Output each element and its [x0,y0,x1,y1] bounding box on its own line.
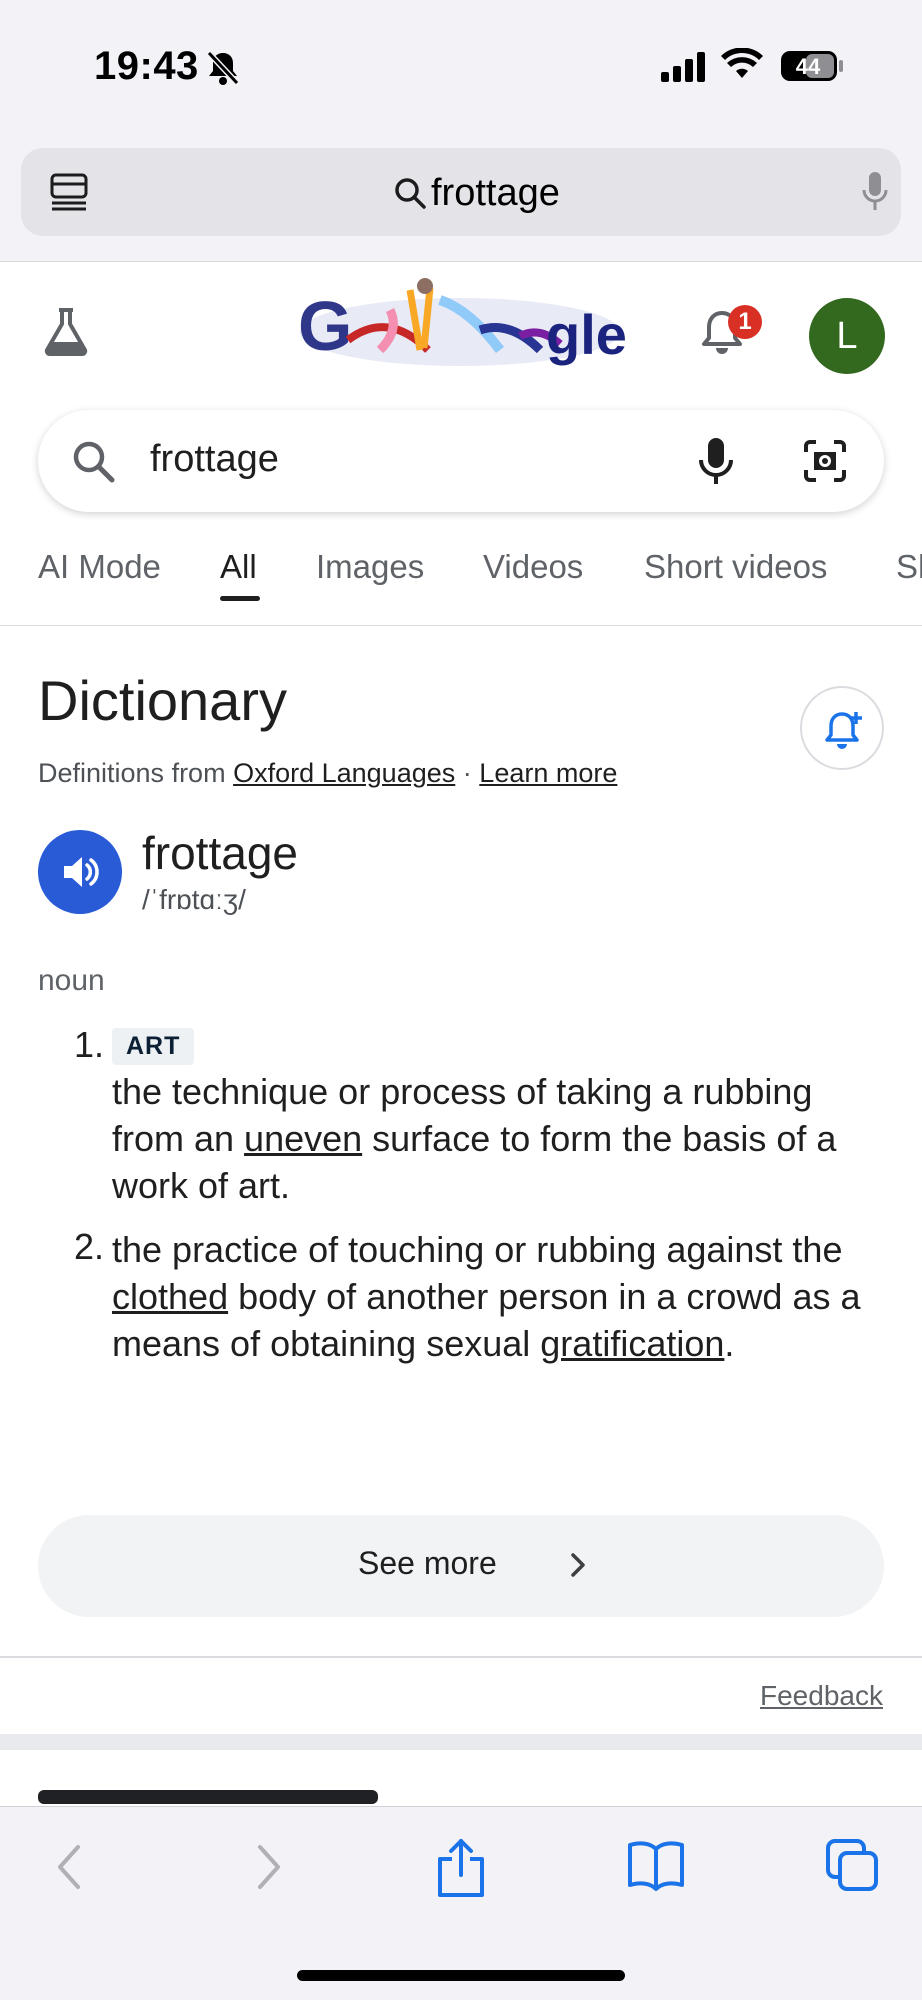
forward-arrow-icon[interactable] [248,1837,288,1902]
search-input[interactable]: frottage [150,438,279,481]
see-more-button[interactable]: See more [38,1515,884,1617]
search-icon [393,176,427,215]
tab-videos[interactable]: Videos [483,548,583,586]
battery-level: 44 [796,54,821,79]
tab-all[interactable]: All [220,548,257,586]
link-clothed[interactable]: clothed [112,1276,228,1317]
link-uneven[interactable]: uneven [244,1118,362,1159]
search-tabs: AI Mode All Images Videos Short videos S… [0,540,922,626]
browser-address-area: frottage [0,140,922,262]
source-separator: · [462,758,472,788]
search-box[interactable]: frottage [38,410,884,512]
feedback-link[interactable]: Feedback [760,1680,883,1712]
definition-source: Definitions from Oxford Languages · Lear… [38,758,617,789]
phonetic-spelling: /ˈfrɒtɑːʒ/ [142,884,246,915]
chevron-right-icon [571,1553,585,1577]
svg-text:G: G [298,287,352,365]
home-indicator[interactable] [297,1970,625,1981]
google-lens-camera-icon[interactable] [802,438,848,489]
definition-domain-tag: ART [112,1028,195,1065]
section-separator [0,1734,922,1750]
dictionary-title: Dictionary [38,669,287,732]
tab-shopping-partial[interactable]: Sh [896,548,922,586]
link-gratification[interactable]: gratification [540,1323,724,1364]
silent-mode-icon [206,50,240,91]
part-of-speech: noun [38,964,105,997]
divider [0,1656,922,1658]
oxford-languages-link[interactable]: Oxford Languages [233,758,455,788]
definition-number: 1. [74,1024,105,1065]
battery-icon: 44 [780,50,844,87]
bookmarks-book-icon[interactable] [626,1837,686,1898]
definition-text: . [724,1323,735,1364]
definition-text: the practice of touching or rubbing agai… [112,1229,843,1270]
microphone-icon[interactable] [861,170,889,219]
tabs-overview-icon[interactable] [824,1837,880,1898]
voice-search-mic-icon[interactable] [698,436,734,491]
status-bar: 19:43 44 [0,0,922,140]
add-alert-button[interactable] [800,686,884,770]
source-prefix: Definitions from [38,758,226,788]
definition-2: the practice of touching or rubbing agai… [112,1226,882,1367]
active-tab-indicator [220,596,260,601]
tab-ai-mode[interactable]: AI Mode [38,548,161,586]
search-icon [70,438,116,489]
learn-more-link[interactable]: Learn more [479,758,617,788]
reader-mode-icon[interactable] [49,172,89,217]
cellular-signal-icon [661,52,707,87]
address-bar-query[interactable]: frottage [431,172,560,215]
address-bar[interactable]: frottage [21,148,901,236]
wifi-icon [721,47,763,87]
svg-text:gle: gle [546,303,627,366]
status-time: 19:43 [94,44,199,88]
tab-short-videos[interactable]: Short videos [644,548,827,586]
back-arrow-icon[interactable] [50,1837,90,1902]
share-icon[interactable] [434,1837,488,1904]
tab-images[interactable]: Images [316,548,424,586]
dictionary-word: frottage [142,827,298,879]
google-doodle[interactable]: G gle [290,270,630,380]
pronunciation-button[interactable] [38,830,122,914]
labs-flask-icon[interactable] [42,306,90,361]
see-more-label: See more [358,1545,497,1581]
notification-count-badge: 1 [728,305,762,339]
definition-1: the technique or process of taking a rub… [112,1068,882,1209]
account-avatar[interactable]: L [809,298,885,374]
definition-number: 2. [74,1226,105,1267]
next-section-heading-partial [38,1790,378,1804]
